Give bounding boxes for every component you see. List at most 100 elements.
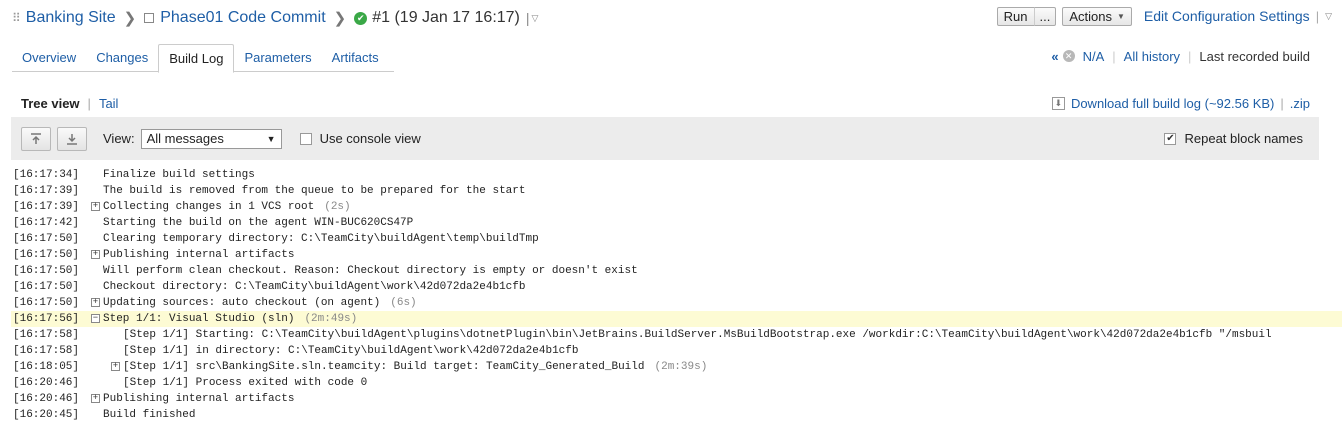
log-line: [16:17:50] + Updating sources: auto checko… [11, 295, 1342, 311]
log-line: [16:17:50] + Publishing internal artifacts [11, 247, 1342, 263]
separator: | [525, 10, 530, 26]
separator: | [1280, 95, 1284, 111]
last-recorded-build-label: Last recorded build [1199, 48, 1310, 64]
expand-icon[interactable]: + [91, 298, 100, 307]
separator: | [87, 95, 91, 111]
log-line: [16:17:56] − Step 1/1: Visual Studio (sln)… [11, 311, 1342, 327]
view-filter-value: All messages [146, 131, 224, 146]
log-message: Build finished [103, 407, 195, 423]
log-message: Will perform clean checkout. Reason: Che… [103, 263, 638, 279]
console-view-checkbox[interactable] [299, 132, 312, 145]
build-history-nav: « ✕ N/A | All history | Last recorded bu… [1051, 47, 1310, 65]
log-message-text: [Step 1/1] src\BankingSite.sln.teamcity:… [123, 361, 645, 373]
expand-icon[interactable]: + [91, 202, 100, 211]
tail-link[interactable]: Tail [99, 96, 119, 111]
log-message-text: Clearing temporary directory: C:\TeamCit… [103, 233, 539, 245]
chevron-right-icon: ❯ [333, 10, 347, 27]
console-view-option[interactable]: Use console view [299, 131, 421, 146]
log-message-text: The build is removed from the queue to b… [103, 185, 526, 197]
log-message-text: Finalize build settings [103, 169, 255, 181]
collapse-icon[interactable]: − [91, 314, 100, 323]
log-message-text: Collecting changes in 1 VCS root [103, 201, 315, 213]
log-message: Checkout directory: C:\TeamCity\buildAge… [103, 279, 525, 295]
config-menu-dropdown-icon[interactable]: ▽ [1325, 11, 1332, 22]
log-message-text: [Step 1/1] Process exited with code 0 [123, 377, 368, 389]
log-message: Collecting changes in 1 VCS root (2s) [103, 199, 351, 215]
log-line: [16:17:39] + Collecting changes in 1 VCS r… [11, 199, 1342, 215]
log-line: [16:17:50] Clearing temporary directory: … [11, 231, 1342, 247]
breadcrumb: ⠿ Banking Site ❯ Phase01 Code Commit ❯ ✔… [12, 6, 538, 30]
log-message-text: Updating sources: auto checkout (on agen… [103, 297, 381, 309]
log-line: [16:20:46] [Step 1/1] Process exited with… [11, 375, 1342, 391]
build-config-icon [144, 13, 155, 23]
log-timestamp: [16:17:50] [13, 249, 80, 261]
log-duration: (2m:39s) [654, 361, 708, 373]
log-line: [16:17:50] Will perform clean checkout. R… [11, 263, 1342, 279]
log-message: [Step 1/1] in directory: C:\TeamCity\bui… [123, 343, 578, 359]
breadcrumb-config-link[interactable]: Phase01 Code Commit [160, 9, 325, 27]
all-history-link[interactable]: All history [1124, 49, 1180, 64]
breadcrumb-project-link[interactable]: Banking Site [26, 9, 116, 27]
log-message-text: Step 1/1: Visual Studio (sln) [103, 313, 295, 325]
tree-view-label: Tree view [21, 95, 80, 111]
log-toolbar: View: All messages ▼ Use console view ✔ … [11, 117, 1319, 160]
log-message: Updating sources: auto checkout (on agen… [103, 295, 417, 311]
repeat-block-names-option[interactable]: ✔ Repeat block names [1164, 131, 1303, 146]
log-timestamp: [16:17:50] [13, 297, 80, 309]
build-menu-dropdown-icon[interactable]: ▽ [532, 13, 539, 24]
success-check-icon: ✔ [354, 11, 368, 25]
edit-configuration-link[interactable]: Edit Configuration Settings [1144, 8, 1310, 24]
view-label: View: [103, 131, 135, 146]
console-view-label: Use console view [319, 131, 421, 146]
log-message: Finalize build settings [103, 167, 255, 183]
actions-button[interactable]: Actions ▼ [1062, 6, 1132, 26]
scroll-to-bottom-button[interactable] [57, 126, 87, 151]
grid-icon: ⠿ [12, 11, 21, 25]
log-view-mode: Tree view | Tail [21, 95, 118, 111]
log-message-text: [Step 1/1] in directory: C:\TeamCity\bui… [123, 345, 579, 357]
log-timestamp: [16:17:58] [13, 345, 80, 357]
view-filter-select[interactable]: All messages ▼ [140, 128, 282, 149]
log-message: The build is removed from the queue to b… [103, 183, 525, 199]
log-message-text: Publishing internal artifacts [103, 393, 295, 405]
previous-build-icon[interactable]: « [1051, 49, 1058, 64]
actions-label: Actions [1069, 8, 1112, 24]
cancel-icon: ✕ [1062, 50, 1075, 62]
tab-artifacts[interactable]: Artifacts [322, 44, 389, 72]
download-icon: ⬇ [1051, 96, 1065, 110]
download-full-log-link[interactable]: Download full build log (~92.56 KB) [1071, 96, 1274, 111]
log-line: [16:17:39] The build is removed from the … [11, 183, 1342, 199]
caret-down-icon: ▼ [266, 133, 276, 144]
log-line: [16:17:58] [Step 1/1] in directory: C:\Te… [11, 343, 1342, 359]
log-line: [16:17:50] Checkout directory: C:\TeamCit… [11, 279, 1342, 295]
scroll-to-top-button[interactable] [21, 126, 51, 151]
log-timestamp: [16:17:50] [13, 265, 80, 277]
na-link[interactable]: N/A [1083, 49, 1105, 64]
expand-icon[interactable]: + [111, 362, 120, 371]
log-duration: (2m:49s) [304, 313, 358, 325]
repeat-block-names-checkbox[interactable]: ✔ [1164, 132, 1177, 145]
download-zip-link[interactable]: .zip [1290, 96, 1310, 111]
tab-changes[interactable]: Changes [86, 44, 158, 72]
log-timestamp: [16:17:42] [13, 217, 80, 229]
log-line: [16:18:05] + [Step 1/1] src\BankingSite.sl… [11, 359, 1342, 375]
log-timestamp: [16:18:05] [13, 361, 80, 373]
expand-icon[interactable]: + [91, 250, 100, 259]
log-message: Clearing temporary directory: C:\TeamCit… [103, 231, 539, 247]
run-button[interactable]: Run [996, 6, 1035, 26]
log-timestamp: [16:17:39] [13, 185, 80, 197]
log-message-text: Publishing internal artifacts [103, 249, 295, 261]
build-tabs: Overview Changes Build Log Parameters Artifa… [12, 44, 394, 73]
arrow-up-icon [31, 132, 41, 144]
log-message: Starting the build on the agent WIN-BUC6… [103, 215, 413, 231]
log-message-text: Starting the build on the agent WIN-BUC6… [103, 217, 414, 229]
log-message: [Step 1/1] Starting: C:\TeamCity\buildAg… [123, 327, 1272, 343]
build-number: #1 (19 Jan 17 16:17) [372, 9, 520, 26]
expand-icon[interactable]: + [91, 394, 100, 403]
log-timestamp: [16:20:46] [13, 393, 80, 405]
run-custom-button[interactable]: ... [1033, 6, 1057, 26]
tab-build-log[interactable]: Build Log [158, 44, 235, 73]
tab-overview[interactable]: Overview [12, 44, 86, 72]
log-duration: (2s) [324, 201, 351, 213]
tab-parameters[interactable]: Parameters [234, 44, 321, 72]
